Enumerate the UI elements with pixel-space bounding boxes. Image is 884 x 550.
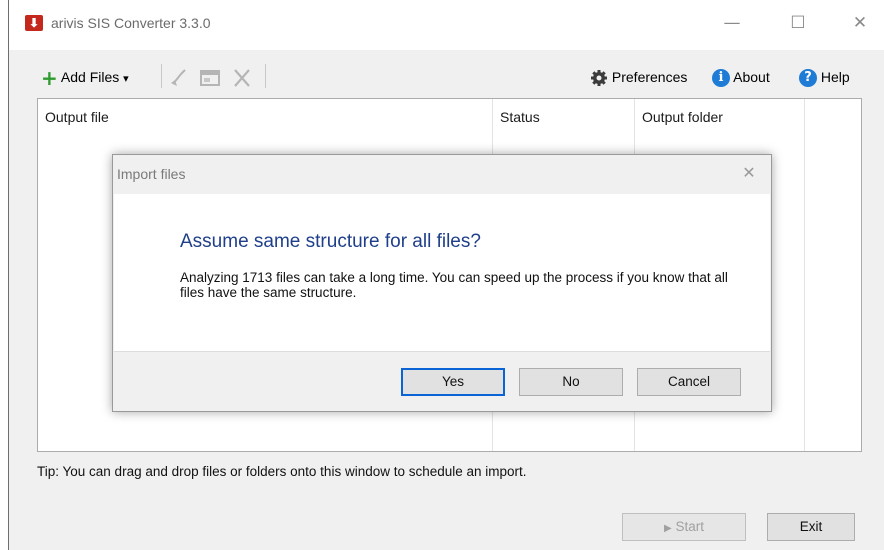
plus-icon: +: [41, 66, 58, 91]
tip-text: Tip: You can drag and drop files or fold…: [37, 464, 527, 479]
maximize-button[interactable]: ☐: [783, 10, 813, 36]
exit-button[interactable]: Exit: [767, 513, 855, 541]
dialog-title: Import files: [117, 166, 186, 182]
gear-icon: [591, 70, 607, 87]
start-label: Start: [675, 519, 704, 534]
dialog-close-icon[interactable]: ✕: [737, 163, 761, 182]
cancel-button[interactable]: Cancel: [637, 368, 741, 396]
window-title: arivis SIS Converter 3.3.0: [51, 15, 211, 31]
dialog-body: Assume same structure for all files? Ana…: [114, 194, 770, 351]
column-divider: [804, 99, 805, 451]
about-button[interactable]: i About: [712, 66, 770, 88]
column-header-output-folder[interactable]: Output folder: [642, 109, 723, 125]
dialog-message: Analyzing 1713 files can take a long tim…: [180, 270, 728, 300]
toolbar: + Add Files ▾ Preferences i About ? Help: [9, 58, 884, 94]
remove-button[interactable]: [231, 66, 253, 88]
clean-button[interactable]: [169, 66, 191, 88]
no-button[interactable]: No: [519, 368, 623, 396]
window-icon: [200, 70, 220, 87]
about-label: About: [733, 69, 770, 85]
preferences-label: Preferences: [611, 69, 688, 85]
info-icon: i: [712, 69, 730, 88]
minimize-button[interactable]: —: [717, 10, 747, 36]
import-files-dialog: Import files ✕ Assume same structure for…: [112, 154, 772, 412]
toolbar-divider: [161, 64, 162, 88]
dialog-divider: [114, 351, 770, 352]
app-logo-icon: ⬇: [25, 15, 43, 31]
dialog-heading: Assume same structure for all files?: [180, 231, 481, 252]
column-header-status[interactable]: Status: [500, 109, 540, 125]
yes-button[interactable]: Yes: [401, 368, 505, 396]
add-files-button[interactable]: + Add Files ▾: [41, 66, 129, 91]
window-button[interactable]: [199, 66, 221, 88]
close-button[interactable]: ✕: [845, 10, 875, 36]
broom-icon: [171, 69, 186, 87]
add-files-label: Add Files: [60, 69, 120, 85]
start-button[interactable]: ▶ Start: [622, 513, 746, 541]
play-icon: ▶: [664, 523, 672, 534]
help-icon: ?: [799, 69, 817, 88]
column-header-output-file[interactable]: Output file: [45, 109, 109, 125]
title-bar: ⬇ arivis SIS Converter 3.3.0 — ☐ ✕: [9, 0, 884, 50]
toolbar-divider: [265, 64, 266, 88]
remove-icon: [234, 69, 250, 88]
preferences-button[interactable]: Preferences: [590, 66, 687, 88]
help-label: Help: [820, 69, 850, 85]
chevron-down-icon: ▾: [123, 73, 129, 85]
help-button[interactable]: ? Help: [799, 66, 850, 88]
